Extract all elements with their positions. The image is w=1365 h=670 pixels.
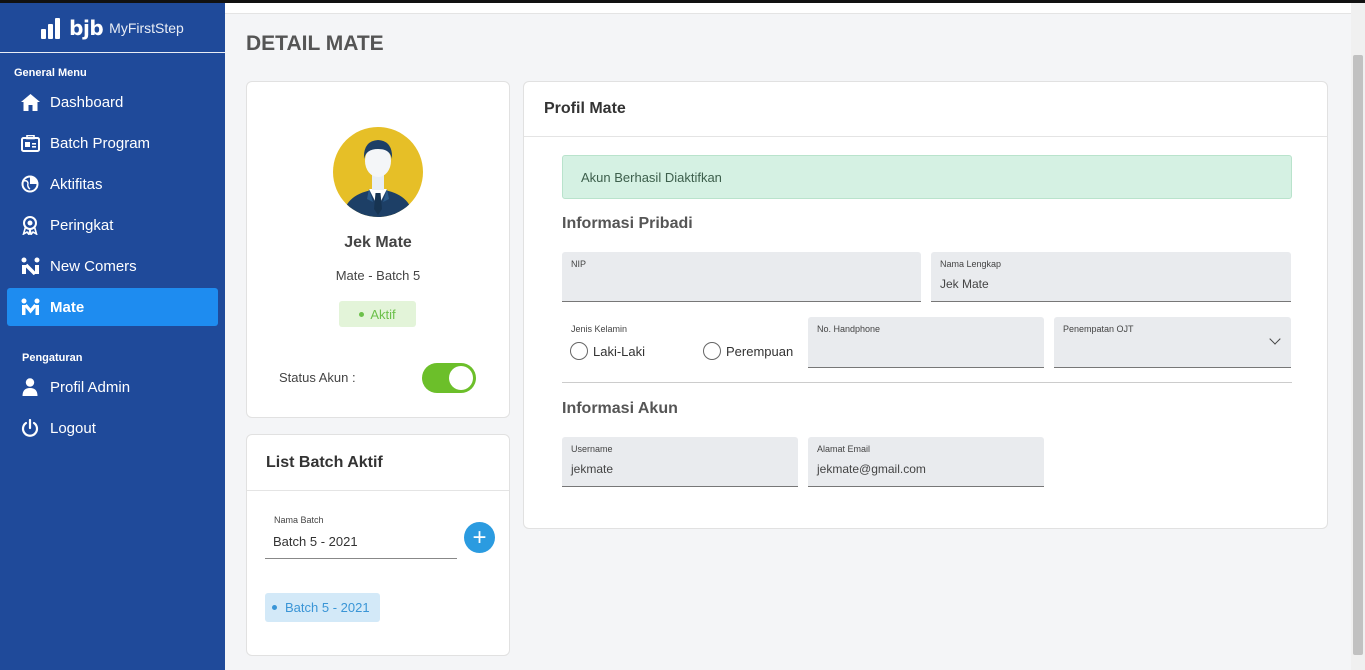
profile-summary-card: Jek Mate Mate - Batch 5 Aktif Status Aku…	[246, 81, 510, 418]
success-alert: Akun Berhasil Diaktifkan	[562, 155, 1292, 199]
active-batch-card: List Batch Aktif Nama Batch Batch 5 - 20…	[246, 434, 510, 656]
brand-subtitle: MyFirstStep	[109, 19, 184, 36]
profil-mate-title: Profil Mate	[524, 82, 1327, 137]
sidebar-item-peringkat[interactable]: Peringkat	[7, 206, 218, 244]
batch-chip[interactable]: Batch 5 - 2021	[265, 593, 380, 622]
username-value: jekmate	[571, 462, 614, 476]
sidebar-item-label: Mate	[50, 298, 85, 316]
status-dot-icon	[359, 311, 365, 317]
section-divider	[562, 382, 1292, 383]
toggle-knob	[449, 366, 473, 390]
sidebar-item-mate[interactable]: Mate	[7, 288, 218, 326]
sidebar-item-label: Profil Admin	[50, 378, 131, 396]
radio-circle-icon	[570, 342, 588, 360]
settings-menu-title: Pengaturan	[22, 352, 83, 364]
sidebar-item-label: Batch Program	[50, 134, 151, 152]
status-account-label: Status Akun :	[279, 370, 356, 385]
email-value: jekmate@gmail.com	[817, 462, 926, 476]
top-header-strip	[225, 3, 1351, 14]
nip-field[interactable]: NIP	[562, 252, 921, 302]
new-comers-icon	[20, 256, 40, 276]
status-account-toggle[interactable]	[422, 363, 476, 393]
fullname-value: Jek Mate	[940, 277, 989, 291]
active-batch-title: List Batch Aktif	[247, 435, 509, 491]
home-icon	[20, 92, 40, 112]
placement-label: Penempatan OJT	[1063, 324, 1134, 334]
user-icon	[20, 377, 40, 397]
email-field[interactable]: Alamat Email jekmate@gmail.com	[808, 437, 1044, 487]
fullname-label: Nama Lengkap	[940, 259, 1002, 269]
brand-name: bjb	[69, 15, 104, 40]
sidebar-item-label: Aktifitas	[50, 175, 103, 193]
radio-circle-icon	[703, 342, 721, 360]
profile-batch: Mate - Batch 5	[335, 268, 421, 283]
add-batch-button[interactable]: +	[464, 522, 495, 553]
sidebar-item-aktifitas[interactable]: Aktifitas	[7, 165, 218, 203]
batch-field-label: Nama Batch	[274, 515, 324, 525]
sidebar-item-label: Logout	[50, 419, 96, 437]
chevron-down-icon	[1269, 333, 1281, 345]
profil-mate-card: Profil Mate Akun Berhasil Diaktifkan Inf…	[523, 81, 1328, 529]
sidebar-item-new-comers[interactable]: New Comers	[7, 247, 218, 285]
sidebar-item-label: New Comers	[50, 257, 137, 275]
general-menu-title: General Menu	[14, 67, 87, 79]
sidebar-item-label: Dashboard	[50, 93, 124, 111]
profile-name: Jek Mate	[344, 234, 412, 251]
status-badge-label: Aktif	[370, 306, 396, 322]
sidebar-item-batch-program[interactable]: Batch Program	[7, 124, 218, 162]
fullname-field[interactable]: Nama Lengkap Jek Mate	[931, 252, 1291, 302]
page-title: DETAIL MATE	[246, 32, 384, 55]
phone-label: No. Handphone	[817, 324, 881, 334]
scrollbar-thumb[interactable]	[1353, 55, 1363, 655]
page-scrollbar[interactable]	[1351, 3, 1365, 670]
batch-field-value: Batch 5 - 2021	[273, 534, 358, 549]
status-badge: Aktif	[339, 301, 416, 327]
username-label: Username	[571, 444, 613, 454]
main-content: DETAIL MATE Jek Mate Mate - Batch 5 Akti…	[225, 3, 1351, 670]
bjb-logo-icon	[41, 17, 63, 39]
gender-label: Jenis Kelamin	[571, 324, 628, 334]
power-icon	[20, 418, 40, 438]
placement-select[interactable]: Penempatan OJT	[1054, 317, 1291, 368]
chip-dot-icon	[272, 605, 277, 610]
batch-chip-label: Batch 5 - 2021	[285, 600, 370, 615]
sidebar-item-profil-admin[interactable]: Profil Admin	[7, 368, 218, 406]
mate-icon	[20, 297, 40, 317]
phone-field[interactable]: No. Handphone	[808, 317, 1044, 368]
gender-option-label: Laki-Laki	[593, 343, 646, 359]
username-field[interactable]: Username jekmate	[562, 437, 798, 487]
award-icon	[20, 215, 40, 235]
sidebar-item-dashboard[interactable]: Dashboard	[7, 83, 218, 121]
email-label: Alamat Email	[817, 444, 871, 454]
gender-radio-male[interactable]: Laki-Laki	[570, 342, 645, 360]
avatar	[333, 127, 423, 217]
gender-option-label: Perempuan	[726, 343, 794, 359]
sidebar: bjb MyFirstStep General Menu Dashboard B…	[0, 3, 225, 670]
account-info-title: Informasi Akun	[562, 400, 678, 417]
sidebar-item-label: Peringkat	[50, 216, 114, 234]
batch-program-icon	[20, 133, 40, 153]
gender-radio-female[interactable]: Perempuan	[703, 342, 793, 360]
app-logo[interactable]: bjb MyFirstStep	[0, 3, 225, 53]
personal-info-title: Informasi Pribadi	[562, 215, 693, 232]
batch-select-field[interactable]: Nama Batch Batch 5 - 2021	[265, 509, 457, 559]
activity-icon	[20, 174, 40, 194]
nip-label: NIP	[571, 259, 587, 269]
sidebar-item-logout[interactable]: Logout	[7, 409, 218, 447]
